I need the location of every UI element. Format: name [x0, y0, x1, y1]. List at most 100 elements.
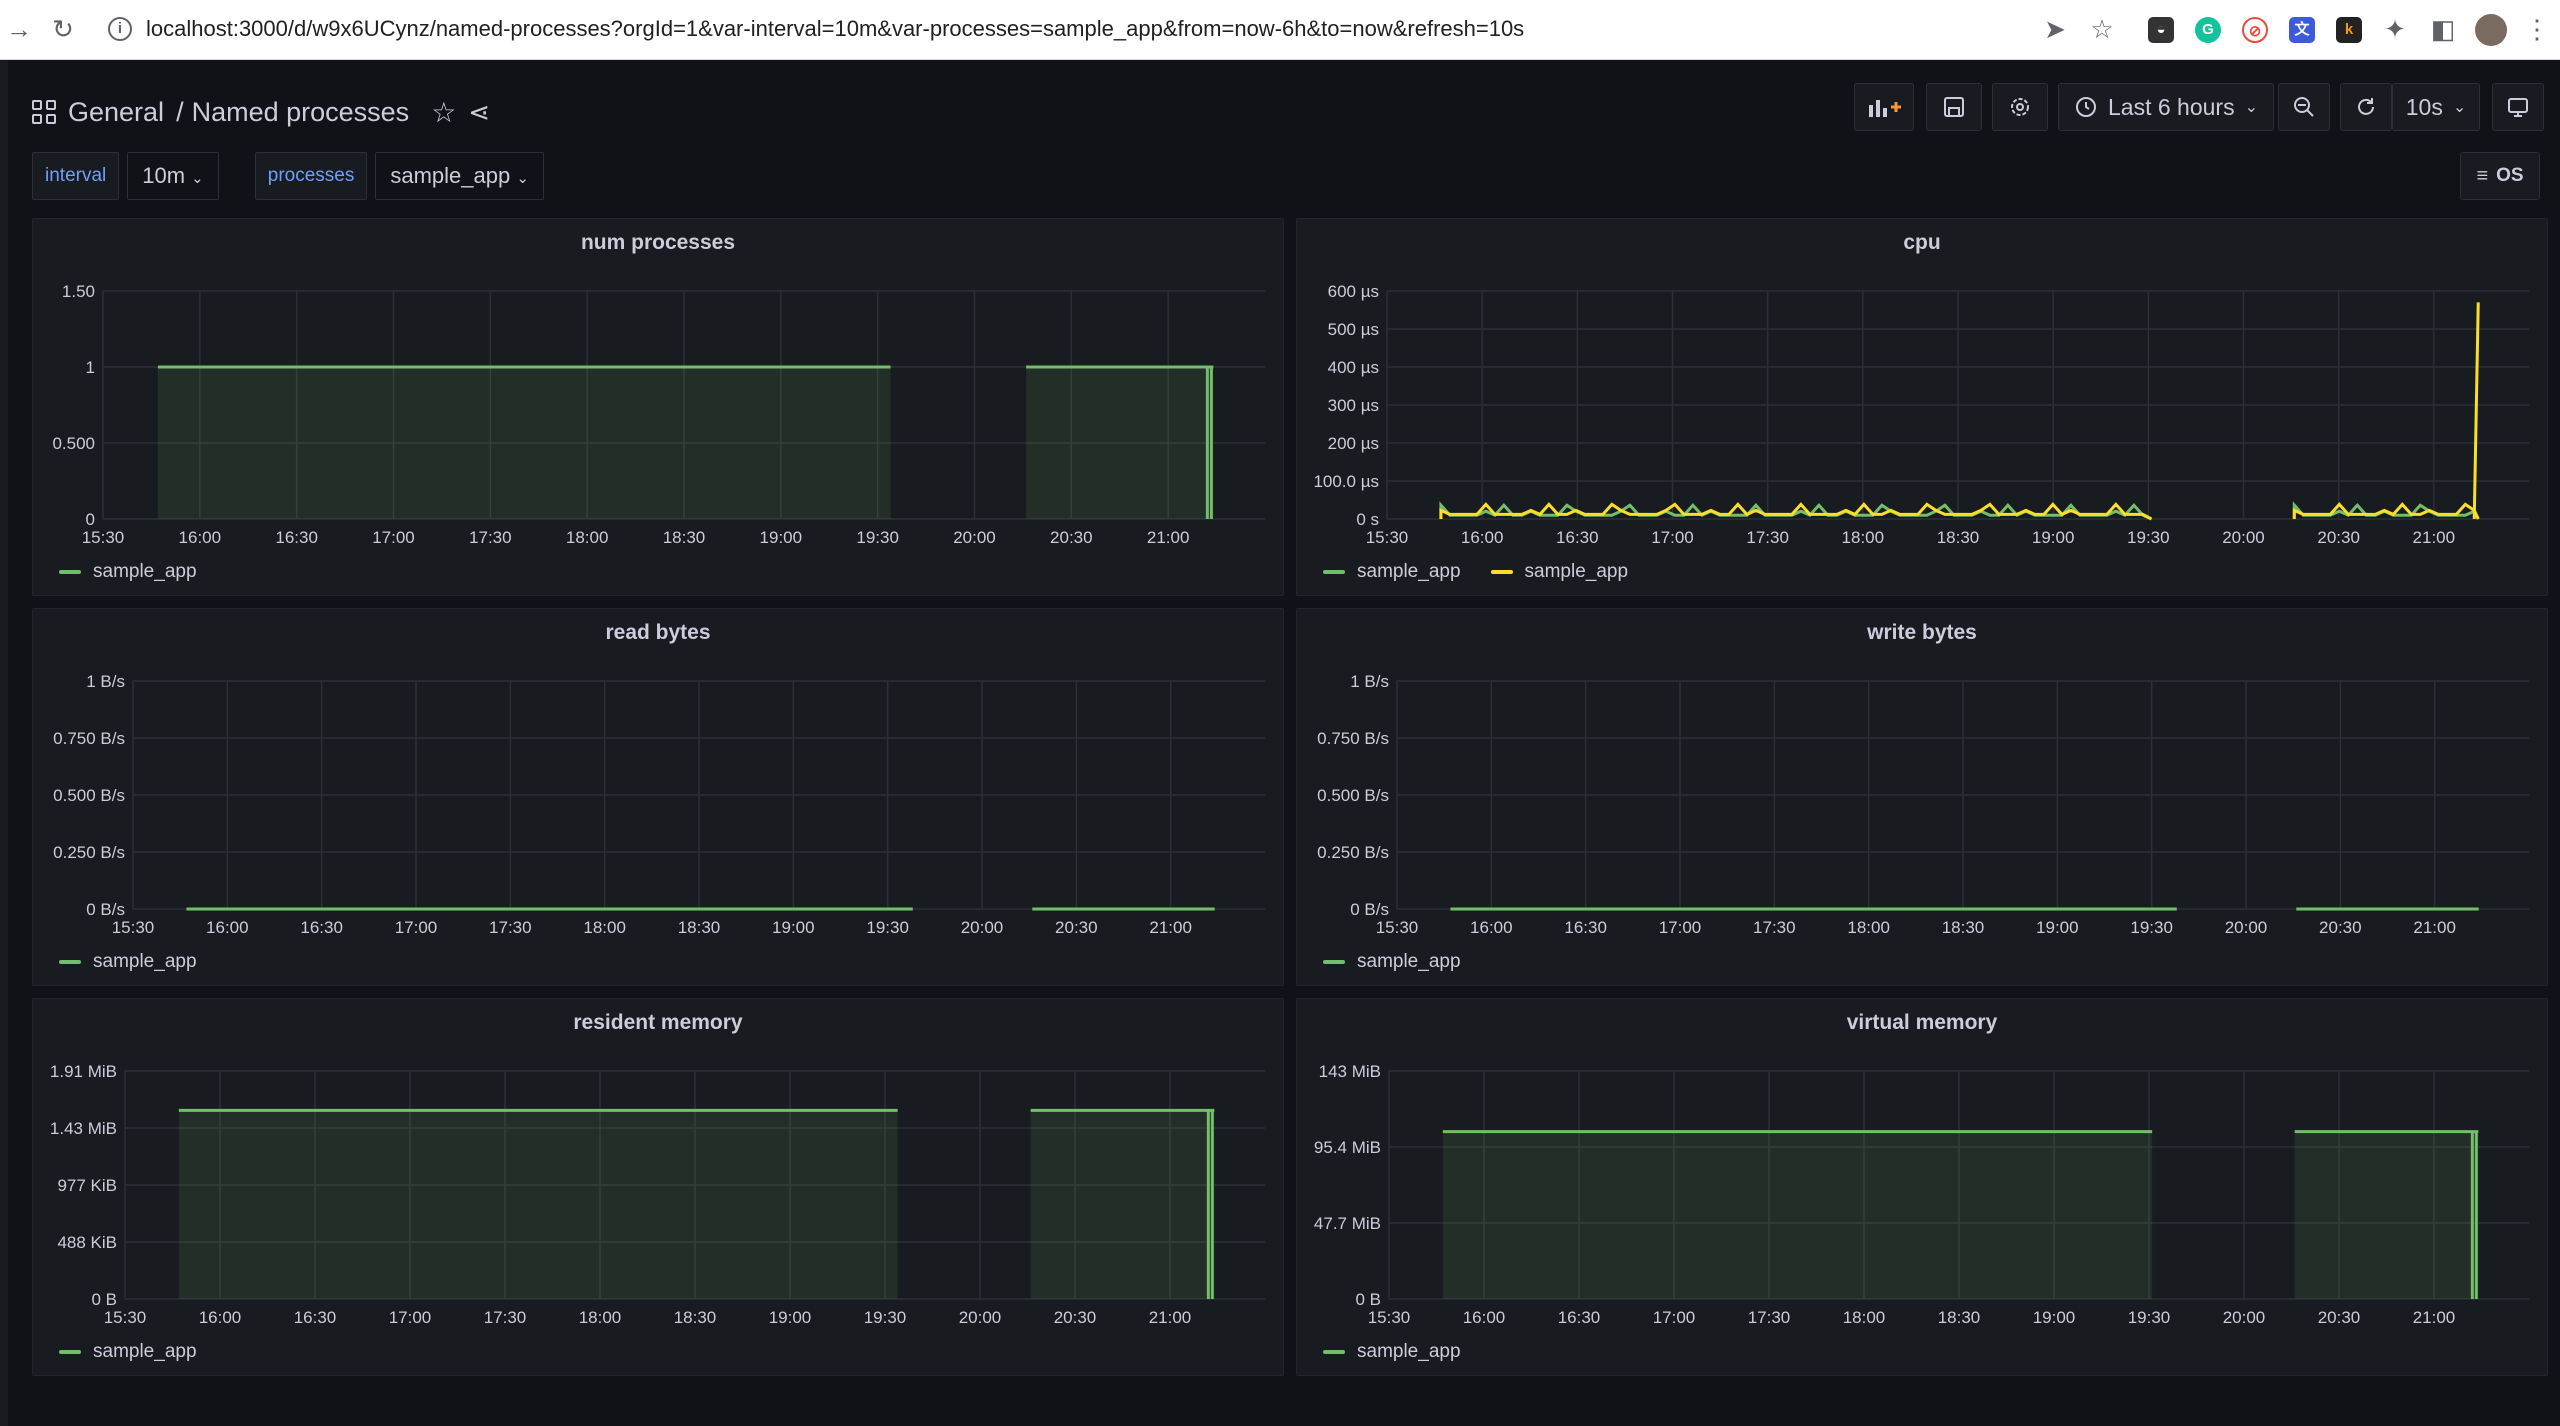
legend-label: sample_app — [1357, 951, 1461, 972]
x-tick-label: 21:00 — [2413, 918, 2456, 937]
zoom-out-button[interactable] — [2278, 83, 2330, 131]
extension-grammarly-icon[interactable]: G — [2195, 17, 2221, 43]
y-tick-label: 300 µs — [1328, 396, 1379, 415]
x-tick-label: 18:00 — [579, 1308, 622, 1327]
series-area-fill — [2294, 1131, 2479, 1299]
chart-resident-memory: 0 B 488 KiB 977 KiB 1.43 MiB 1.91 MiB 15:30 16… — [50, 1062, 1265, 1327]
legend-item[interactable]: sample_app — [1490, 561, 1628, 583]
x-tick-label: 18:30 — [678, 918, 721, 937]
address-bar[interactable]: localhost:3000/d/w9x6UCynz/named-process… — [146, 16, 1524, 42]
tv-mode-button[interactable] — [2492, 83, 2544, 131]
panel-num-processes[interactable]: num processes 0 0.500 1 1.50 15:30 16:00 16:30… — [32, 218, 1284, 596]
legend-item[interactable]: sample_app — [59, 561, 197, 583]
breadcrumb-separator: / — [176, 96, 184, 127]
extensions-puzzle-icon[interactable]: ✦ — [2380, 14, 2410, 44]
y-tick-label: 1 B/s — [86, 672, 125, 691]
legend-item[interactable]: sample_app — [1323, 1341, 1461, 1363]
y-tick-label: 0 s — [1356, 510, 1379, 529]
x-tick-label: 17:30 — [1746, 528, 1789, 547]
share-icon[interactable]: ⋖ — [468, 97, 490, 128]
panel-cpu[interactable]: cpu 0 s 100.0 µs 200 µs 300 µs 400 µs 500 µs 6… — [1296, 218, 2548, 596]
panel-write-bytes[interactable]: write bytes 0 B/s 0.250 B/s 0.500 B/s 0.750… — [1296, 608, 2548, 986]
chevron-down-icon: ⌄ — [516, 170, 529, 187]
refresh-button[interactable] — [2340, 83, 2392, 131]
variable-select-interval[interactable]: 10m ⌄ — [127, 152, 219, 200]
x-tick-label: 16:30 — [275, 528, 318, 547]
x-tick-label: 20:00 — [953, 528, 996, 547]
site-info-icon[interactable]: i — [108, 17, 132, 41]
extension-blocker-icon[interactable]: ⊘ — [2242, 17, 2268, 43]
extension-translate-icon[interactable]: 文 — [2289, 17, 2315, 43]
side-panel-icon[interactable]: ◧ — [2428, 14, 2458, 44]
panel-virtual-memory[interactable]: virtual memory 0 B 47.7 MiB 95.4 MiB 143 Mi… — [1296, 998, 2548, 1376]
x-tick-label: 17:00 — [395, 918, 438, 937]
x-tick-label: 21:00 — [1149, 1308, 1192, 1327]
legend-label: sample_app — [93, 561, 197, 582]
extension-k-icon[interactable]: k — [2336, 17, 2362, 43]
x-tick-label: 17:00 — [1659, 918, 1702, 937]
y-tick-label: 0 B/s — [1350, 900, 1389, 919]
x-tick-label: 17:00 — [372, 528, 415, 547]
refresh-interval-picker[interactable]: 10s ⌄ — [2392, 83, 2480, 131]
x-tick-label: 15:30 — [1366, 528, 1409, 547]
star-icon[interactable]: ☆ — [431, 96, 456, 129]
x-tick-label: 19:30 — [866, 918, 909, 937]
x-tick-label: 17:30 — [469, 528, 512, 547]
y-tick-label: 0.250 B/s — [1317, 843, 1389, 862]
variable-select-processes[interactable]: sample_app ⌄ — [375, 152, 544, 200]
y-tick-label: 1 — [86, 358, 95, 377]
y-tick-label: 95.4 MiB — [1314, 1138, 1381, 1157]
x-tick-label: 21:00 — [1147, 528, 1190, 547]
breadcrumb-folder[interactable]: General — [68, 97, 164, 128]
browser-menu-icon[interactable]: ⋮ — [2522, 14, 2552, 44]
refresh-icon — [2358, 98, 2374, 115]
panel-read-bytes[interactable]: read bytes 0 B/s 0.250 B/s 0.500 B/s 0.750 … — [32, 608, 1284, 986]
y-tick-label: 0.250 B/s — [53, 843, 125, 862]
x-tick-label: 20:30 — [1050, 528, 1093, 547]
reload-icon[interactable]: ↻ — [48, 14, 78, 44]
x-tick-label: 20:30 — [1055, 918, 1098, 937]
x-tick-label: 19:30 — [2128, 1308, 2171, 1327]
x-tick-label: 18:00 — [1847, 918, 1890, 937]
x-tick-label: 19:30 — [864, 1308, 907, 1327]
x-tick-label: 18:30 — [1938, 1308, 1981, 1327]
gear-icon — [2011, 98, 2029, 116]
x-tick-label: 18:00 — [566, 528, 609, 547]
y-tick-label: 0 B/s — [86, 900, 125, 919]
legend: sample_app — [59, 951, 197, 973]
send-icon[interactable]: ➤ — [2040, 14, 2070, 44]
variable-label-processes: processes — [254, 152, 368, 200]
x-tick-label: 19:30 — [2130, 918, 2173, 937]
legend-item[interactable]: sample_app — [1323, 561, 1461, 583]
chevron-down-icon: ⌄ — [2452, 99, 2467, 116]
series-line — [2292, 502, 2480, 520]
panel-resident-memory[interactable]: resident memory 0 B 488 KiB 977 KiB 1.43 Mi… — [32, 998, 1284, 1376]
x-tick-label: 19:00 — [2036, 918, 2079, 937]
dashboard-settings-button[interactable] — [1992, 83, 2048, 131]
x-tick-label: 20:00 — [2223, 1308, 2266, 1327]
x-tick-label: 19:00 — [769, 1308, 812, 1327]
zoom-out-icon — [2294, 97, 2314, 117]
y-tick-label: 1 B/s — [1350, 672, 1389, 691]
x-tick-label: 18:30 — [674, 1308, 717, 1327]
y-tick-label: 0 B — [91, 1290, 117, 1309]
dashboard-title[interactable]: Named processes — [192, 97, 410, 128]
x-tick-label: 15:30 — [82, 528, 125, 547]
profile-avatar-icon[interactable] — [2475, 14, 2507, 46]
save-icon — [1944, 97, 1964, 117]
legend: sample_app sample_app — [1323, 561, 1628, 583]
legend-item[interactable]: sample_app — [59, 951, 197, 973]
y-tick-label: 0.500 B/s — [53, 786, 125, 805]
extension-glasses-icon[interactable]: ◒ — [2148, 17, 2174, 43]
x-tick-label: 17:00 — [389, 1308, 432, 1327]
legend-item[interactable]: sample_app — [59, 1341, 197, 1363]
x-tick-label: 21:00 — [2413, 1308, 2456, 1327]
add-panel-button[interactable] — [1854, 83, 1914, 131]
legend-item[interactable]: sample_app — [1323, 951, 1461, 973]
time-range-picker[interactable]: Last 6 hours ⌄ — [2058, 83, 2274, 131]
save-dashboard-button[interactable] — [1926, 83, 1982, 131]
os-dashboard-links-button[interactable]: ≡ OS — [2460, 152, 2540, 200]
forward-arrow-icon[interactable]: → — [4, 14, 34, 44]
y-tick-label: 0.500 — [52, 434, 95, 453]
bookmark-star-icon[interactable]: ☆ — [2087, 14, 2117, 44]
